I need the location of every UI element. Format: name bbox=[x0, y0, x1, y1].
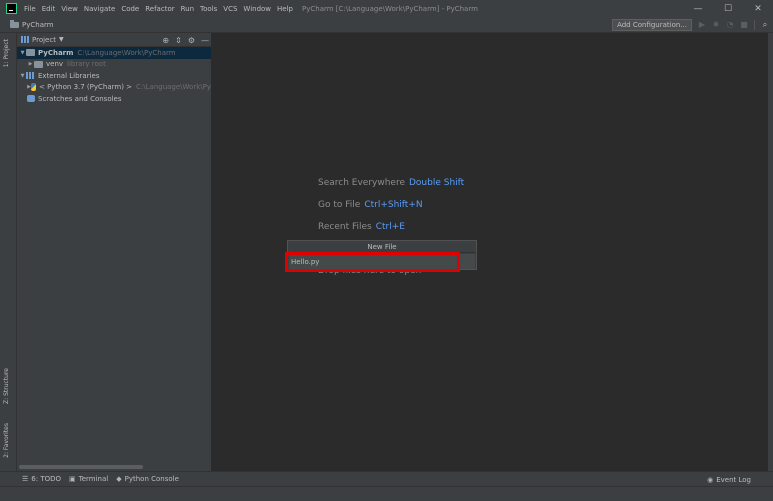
navigation-bar: PyCharm Add Configuration... ▶ ✹ ◔ ■ ⌕ bbox=[0, 17, 773, 33]
hide-icon[interactable]: — bbox=[201, 36, 209, 45]
folder-icon bbox=[10, 19, 19, 28]
locate-icon[interactable]: ⊕ bbox=[162, 36, 169, 45]
menu-bar: File Edit View Navigate Code Refactor Ru… bbox=[0, 0, 773, 17]
project-view-selector[interactable]: Project bbox=[32, 36, 56, 44]
bottom-tool-bar: ☰ 6: TODO ▣ Terminal ◆ Python Console ◉ … bbox=[0, 471, 773, 486]
project-tool-tab[interactable]: 1: Project bbox=[3, 39, 10, 67]
project-panel-header: Project ▼ ⊕ ⇕ ⚙ — bbox=[17, 33, 211, 47]
project-view-icon bbox=[21, 36, 29, 43]
hint-label: Search Everywhere bbox=[318, 178, 405, 188]
coverage-icon[interactable]: ◔ bbox=[726, 21, 734, 29]
tree-item-label: venv bbox=[46, 60, 64, 69]
menu-run[interactable]: Run bbox=[178, 5, 197, 13]
search-icon[interactable]: ⌕ bbox=[761, 21, 769, 29]
expanded-arrow-icon[interactable]: ▼ bbox=[19, 50, 26, 56]
collapsed-arrow-icon[interactable]: ▶ bbox=[27, 61, 34, 67]
collapse-all-icon[interactable]: ⇕ bbox=[175, 36, 182, 45]
terminal-tab-label: Terminal bbox=[78, 475, 109, 483]
terminal-icon: ▣ bbox=[69, 475, 76, 483]
annotation-highlight-box bbox=[285, 252, 460, 272]
tree-item-python-sdk[interactable]: ▶ < Python 3.7 (PyCharm) > C:\Language\W… bbox=[17, 82, 211, 94]
tree-item-label: External Libraries bbox=[38, 71, 100, 80]
hint-go-to-file: Go to File Ctrl+Shift+N bbox=[318, 200, 423, 210]
hint-shortcut: Ctrl+E bbox=[375, 222, 405, 232]
menu-view[interactable]: View bbox=[58, 5, 81, 13]
maximize-button[interactable]: ☐ bbox=[713, 0, 743, 17]
menu-navigate[interactable]: Navigate bbox=[81, 5, 118, 13]
add-configuration-button[interactable]: Add Configuration... bbox=[612, 19, 692, 31]
tree-item-project-root[interactable]: ▼ PyCharm C:\Language\Work\PyCharm bbox=[17, 47, 211, 59]
left-tool-strip: 1: Project Z: Structure 2: Favorites bbox=[0, 33, 17, 471]
hint-search-everywhere: Search Everywhere Double Shift bbox=[318, 178, 464, 188]
toolbar-divider bbox=[754, 20, 755, 30]
run-icon[interactable]: ▶ bbox=[698, 21, 706, 29]
minimize-button[interactable]: — bbox=[683, 0, 713, 17]
menu-help[interactable]: Help bbox=[274, 5, 296, 13]
breadcrumb-project[interactable]: PyCharm bbox=[10, 19, 54, 29]
window-controls: — ☐ ✕ bbox=[683, 0, 773, 17]
menu-code[interactable]: Code bbox=[118, 5, 142, 13]
gear-icon[interactable]: ⚙ bbox=[188, 36, 195, 45]
run-toolbar: Add Configuration... ▶ ✹ ◔ ■ ⌕ bbox=[612, 17, 769, 33]
event-log-label: Event Log bbox=[716, 475, 751, 484]
library-icon bbox=[26, 72, 35, 80]
hint-label: Go to File bbox=[318, 200, 361, 210]
todo-tab[interactable]: ☰ 6: TODO bbox=[22, 475, 61, 483]
python-console-tab-label: Python Console bbox=[124, 475, 179, 483]
pycharm-logo-icon bbox=[6, 3, 17, 14]
python-console-tab[interactable]: ◆ Python Console bbox=[116, 475, 179, 483]
hint-label: Recent Files bbox=[318, 222, 372, 232]
right-tool-strip bbox=[768, 33, 773, 471]
terminal-tab[interactable]: ▣ Terminal bbox=[69, 475, 108, 483]
tree-item-label: < Python 3.7 (PyCharm) > bbox=[38, 83, 133, 92]
todo-tab-label: 6: TODO bbox=[31, 475, 62, 483]
expanded-arrow-icon[interactable]: ▼ bbox=[19, 73, 26, 79]
list-icon: ☰ bbox=[22, 475, 29, 483]
chevron-down-icon[interactable]: ▼ bbox=[59, 36, 64, 43]
horizontal-scrollbar[interactable] bbox=[19, 465, 143, 469]
hint-shortcut: Double Shift bbox=[409, 178, 465, 188]
project-tool-window: Project ▼ ⊕ ⇕ ⚙ — ▼ PyCharm C:\Language\… bbox=[17, 33, 212, 471]
hint-recent-files: Recent Files Ctrl+E bbox=[318, 222, 405, 232]
window-title: PyCharm [C:\Language\Work\PyCharm] - PyC… bbox=[302, 4, 478, 13]
breadcrumb-label: PyCharm bbox=[22, 20, 54, 29]
python-console-icon: ◆ bbox=[116, 475, 122, 483]
close-button[interactable]: ✕ bbox=[743, 0, 773, 17]
tree-item-scratches[interactable]: Scratches and Consoles bbox=[17, 93, 211, 105]
tree-item-label: PyCharm bbox=[38, 48, 74, 57]
event-log-tab[interactable]: ◉ Event Log bbox=[707, 472, 751, 487]
tree-item-path: library root bbox=[67, 60, 106, 69]
tree-item-path: C:\Language\Work\Py bbox=[136, 83, 211, 92]
menu-refactor[interactable]: Refactor bbox=[142, 5, 177, 13]
tree-item-path: C:\Language\Work\PyCharm bbox=[77, 48, 176, 57]
stop-icon[interactable]: ■ bbox=[740, 21, 748, 29]
hint-shortcut: Ctrl+Shift+N bbox=[364, 200, 423, 210]
menu-window[interactable]: Window bbox=[240, 5, 274, 13]
python-icon bbox=[31, 83, 36, 92]
tree-item-external-libraries[interactable]: ▼ External Libraries bbox=[17, 70, 211, 82]
tree-item-label: Scratches and Consoles bbox=[38, 94, 122, 103]
menu-vcs[interactable]: VCS bbox=[220, 5, 240, 13]
structure-tool-tab[interactable]: Z: Structure bbox=[3, 368, 10, 404]
scratches-icon bbox=[27, 95, 35, 103]
menu-file[interactable]: File bbox=[21, 5, 39, 13]
folder-icon bbox=[26, 49, 35, 57]
menu-edit[interactable]: Edit bbox=[39, 5, 59, 13]
tree-item-venv[interactable]: ▶ venv library root bbox=[17, 59, 211, 71]
status-bar bbox=[0, 486, 773, 501]
panel-tools: ⊕ ⇕ ⚙ — bbox=[162, 33, 209, 47]
debug-icon[interactable]: ✹ bbox=[712, 21, 720, 29]
favorites-tool-tab[interactable]: 2: Favorites bbox=[3, 423, 10, 458]
folder-icon bbox=[34, 60, 43, 68]
menu-tools[interactable]: Tools bbox=[197, 5, 220, 13]
event-log-icon: ◉ bbox=[707, 475, 714, 484]
